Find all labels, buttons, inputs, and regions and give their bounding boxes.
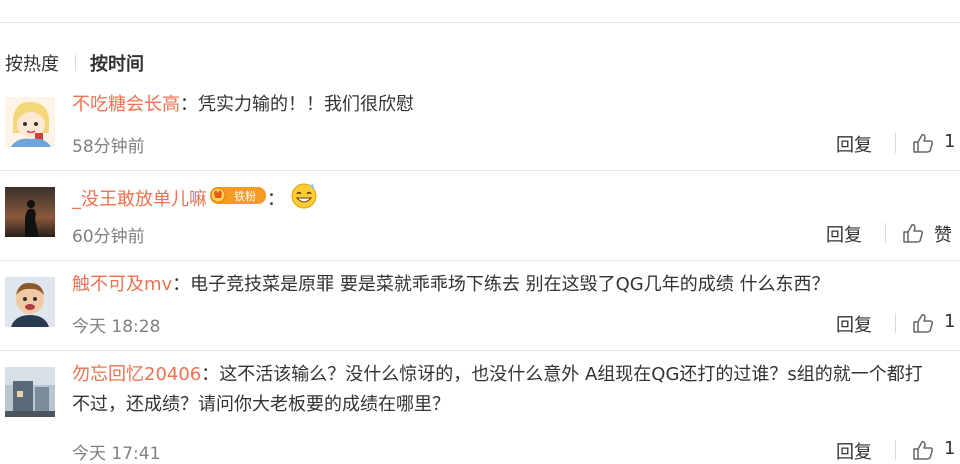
fan-badge-label: 铁粉	[234, 190, 256, 203]
comment-text: ：电子竞技菜是原罪 要是菜就乖乖场下练去 别在这毁了QG几年的成绩 什么东西？	[172, 274, 830, 295]
username-link[interactable]: 触不可及mv	[72, 274, 172, 295]
thumbs-up-icon[interactable]	[912, 439, 934, 461]
avatar[interactable]	[5, 97, 55, 147]
comment-time: 58分钟前	[72, 137, 145, 157]
action-separator	[895, 313, 896, 333]
top-divider	[0, 22, 960, 23]
username-link[interactable]: _没王敢放单儿嘛	[72, 189, 207, 210]
thumbs-up-icon[interactable]	[912, 312, 934, 334]
comment-content: 勿忘回忆20406：这不活该输么？没什么惊讶的，也没什么意外 A组现在QG还打的…	[72, 360, 940, 420]
comment-content: 不吃糖会长高：凭实力输的！！我们很欣慰	[72, 90, 940, 120]
username-link[interactable]: 勿忘回忆20406	[72, 364, 201, 385]
comment-content: _没王敢放单儿嘛 铁粉 ：	[72, 180, 940, 220]
reply-button[interactable]: 回复	[836, 131, 872, 157]
comment-time: 今天 17:41	[72, 444, 161, 464]
action-separator	[895, 133, 896, 153]
comment-divider	[0, 350, 960, 351]
like-count[interactable]: 1	[944, 131, 955, 152]
sort-tabs: 按热度 按时间	[5, 50, 144, 76]
comment-time: 60分钟前	[72, 227, 145, 247]
username-link[interactable]: 不吃糖会长高	[72, 94, 180, 115]
thumbs-up-icon[interactable]	[902, 222, 924, 244]
comment-time: 今天 18:28	[72, 317, 161, 337]
comment-divider	[0, 260, 960, 261]
comment-content: 触不可及mv：电子竞技菜是原罪 要是菜就乖乖场下练去 别在这毁了QG几年的成绩 …	[72, 270, 940, 300]
sort-separator	[75, 55, 76, 71]
fan-badge: 铁粉	[209, 184, 267, 216]
grinning-sweat-emoji-icon	[289, 180, 319, 220]
avatar[interactable]	[5, 277, 55, 327]
like-count[interactable]: 1	[944, 438, 955, 459]
avatar[interactable]	[5, 187, 55, 237]
thumbs-up-icon[interactable]	[912, 132, 934, 154]
reply-button[interactable]: 回复	[836, 311, 872, 337]
sort-by-hot-tab[interactable]: 按热度	[5, 54, 59, 75]
like-count[interactable]: 赞	[934, 221, 952, 247]
comment-text: ：凭实力输的！！我们很欣慰	[180, 94, 414, 115]
like-count[interactable]: 1	[944, 311, 955, 332]
action-separator	[895, 440, 896, 460]
comment-divider	[0, 170, 960, 171]
reply-button[interactable]: 回复	[826, 221, 862, 247]
action-separator	[885, 223, 886, 243]
sort-by-time-tab[interactable]: 按时间	[90, 54, 144, 75]
avatar[interactable]	[5, 367, 55, 417]
reply-button[interactable]: 回复	[836, 438, 872, 464]
comment-text: ：	[267, 189, 285, 210]
